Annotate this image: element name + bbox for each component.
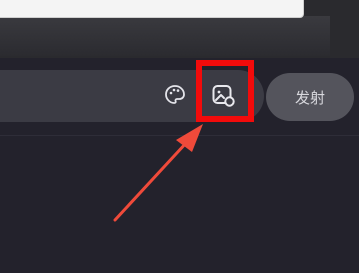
content-card-edge (0, 0, 304, 18)
message-input[interactable] (0, 70, 144, 124)
palette-icon (163, 83, 187, 111)
palette-button[interactable] (160, 82, 190, 112)
send-button-label: 发射 (294, 88, 325, 107)
divider (0, 135, 359, 136)
panel-shadow (0, 16, 330, 56)
window-top-panel (0, 0, 359, 58)
send-button[interactable]: 发射 (266, 73, 354, 121)
highlight-box (196, 60, 254, 122)
